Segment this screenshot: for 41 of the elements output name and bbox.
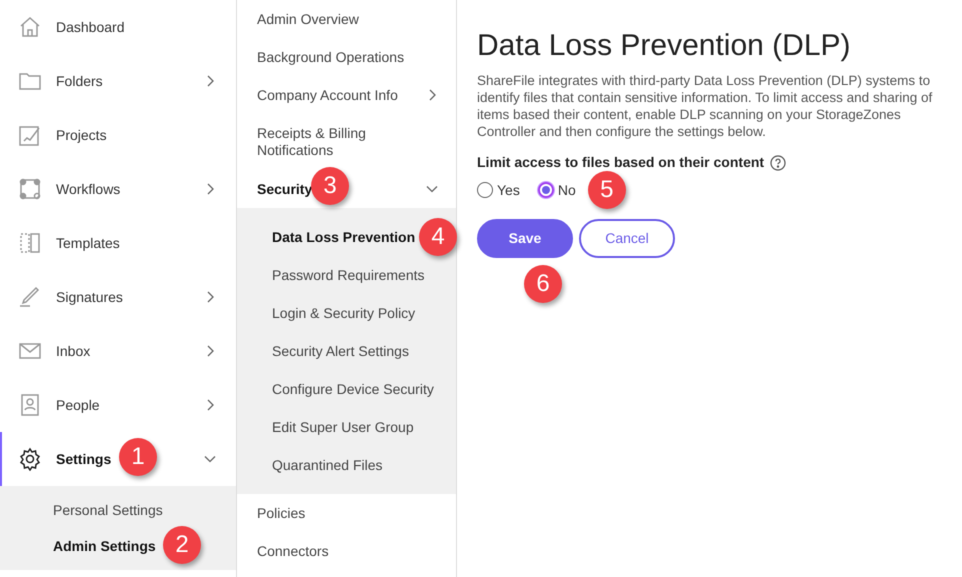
submenu-item[interactable]: Data Loss Prevention 4: [237, 218, 456, 256]
submenu-item[interactable]: Admin Settings 2: [0, 528, 236, 564]
description-text: ShareFile integrates with third-party Data Loss Prevention (DLP) systems to identify files that contain sensitive information. To limit access and sharing of items based their content, enable DLP scanning on your StorageZones Controller and then configure the settings below.: [477, 72, 934, 140]
nav-item[interactable]: Background Operations: [237, 38, 456, 76]
nav-item[interactable]: Projects: [0, 108, 236, 162]
submenu-item[interactable]: Security Alert Settings: [237, 332, 456, 370]
nav-item[interactable]: Connectors: [237, 532, 456, 570]
pen-icon: [18, 285, 42, 309]
step-callout: 1: [119, 438, 157, 476]
home-icon: [18, 15, 42, 39]
step-callout: 2: [163, 526, 201, 564]
cancel-button[interactable]: Cancel: [579, 219, 675, 258]
setting-label: Limit access to files based on their content: [477, 153, 764, 172]
nav-item[interactable]: Dashboard: [0, 0, 236, 54]
step-callout: 4: [419, 218, 457, 256]
nav-item[interactable]: Inbox: [0, 324, 236, 378]
nav-item[interactable]: Security 3: [237, 170, 456, 208]
nav-item[interactable]: Workflows: [0, 162, 236, 216]
submenu-item[interactable]: Personal Settings: [0, 492, 236, 528]
nav-item[interactable]: Company Account Info: [237, 76, 456, 114]
submenu-item[interactable]: Configure Device Security: [237, 370, 456, 408]
nav-item[interactable]: People: [0, 378, 236, 432]
workflow-icon: [18, 177, 42, 201]
help-icon[interactable]: [770, 154, 786, 170]
template-icon: [18, 231, 42, 255]
submenu-item[interactable]: Password Requirements: [237, 256, 456, 294]
submenu-item[interactable]: Quarantined Files: [237, 446, 456, 484]
radio-option[interactable]: Yes: [477, 180, 520, 200]
submenu-item[interactable]: Edit Super User Group: [237, 408, 456, 446]
step-callout: 5: [588, 170, 626, 208]
nav-item[interactable]: Templates: [0, 216, 236, 270]
step-callout: 6: [524, 265, 562, 303]
page-title: Data Loss Prevention (DLP): [477, 28, 852, 64]
nav-item[interactable]: Folders: [0, 54, 236, 108]
nav-item[interactable]: Receipts & Billing Notifications: [237, 114, 456, 170]
submenu-item[interactable]: Login & Security Policy: [237, 294, 456, 332]
nav-item[interactable]: Admin Overview: [237, 0, 456, 38]
nav-item[interactable]: Policies: [237, 494, 456, 532]
settings-icon: [18, 447, 42, 471]
nav-item[interactable]: Signatures: [0, 270, 236, 324]
step-callout: 3: [311, 167, 349, 205]
